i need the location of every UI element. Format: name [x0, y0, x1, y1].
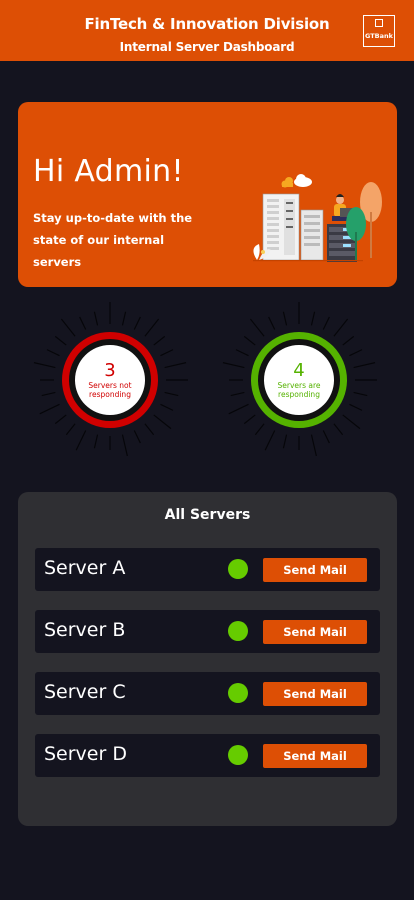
server-name: Server C	[44, 681, 126, 703]
banner-description: Stay up-to-date with the state of our in…	[33, 211, 193, 269]
gtbank-logo: GTBank	[363, 15, 395, 47]
send-mail-button[interactable]: Send Mail	[263, 744, 367, 768]
not-responding-count: 3	[104, 360, 116, 381]
app-header: FinTech & Innovation Division Internal S…	[0, 0, 414, 61]
division-title: FinTech & Innovation Division	[84, 15, 330, 33]
responding-label: Servers are responding	[277, 381, 321, 399]
server-row: Server C Send Mail	[35, 672, 380, 715]
not-responding-gauge: 3 Servers not responding	[20, 290, 200, 470]
status-indicator-icon	[228, 745, 248, 765]
greeting: Hi Admin!	[33, 154, 184, 189]
logo-text: GTBank	[365, 32, 393, 40]
welcome-banner: Hi Admin! Stay up-to-date with the state…	[18, 102, 397, 287]
server-room-illustration	[253, 174, 382, 262]
server-row: Server D Send Mail	[35, 734, 380, 777]
responding-gauge: 4 Servers are responding	[209, 290, 389, 470]
server-name: Server B	[44, 619, 126, 641]
server-name: Server A	[44, 557, 126, 579]
server-row: Server A Send Mail	[35, 548, 380, 591]
all-servers-heading: All Servers	[164, 507, 251, 523]
server-name: Server D	[44, 743, 127, 765]
not-responding-badge: 3 Servers not responding	[75, 345, 145, 415]
not-responding-label: Servers not responding	[88, 381, 132, 399]
dashboard-subtitle: Internal Server Dashboard	[119, 40, 295, 54]
responding-badge: 4 Servers are responding	[264, 345, 334, 415]
server-row: Server B Send Mail	[35, 610, 380, 653]
logo-square-icon	[375, 19, 383, 27]
status-indicator-icon	[228, 621, 248, 641]
send-mail-button[interactable]: Send Mail	[263, 620, 367, 644]
status-indicator-icon	[228, 559, 248, 579]
all-servers-panel: All Servers Server A Send Mail Server B …	[18, 492, 397, 826]
responding-count: 4	[293, 360, 305, 381]
send-mail-button[interactable]: Send Mail	[263, 558, 367, 582]
send-mail-button[interactable]: Send Mail	[263, 682, 367, 706]
status-indicator-icon	[228, 683, 248, 703]
